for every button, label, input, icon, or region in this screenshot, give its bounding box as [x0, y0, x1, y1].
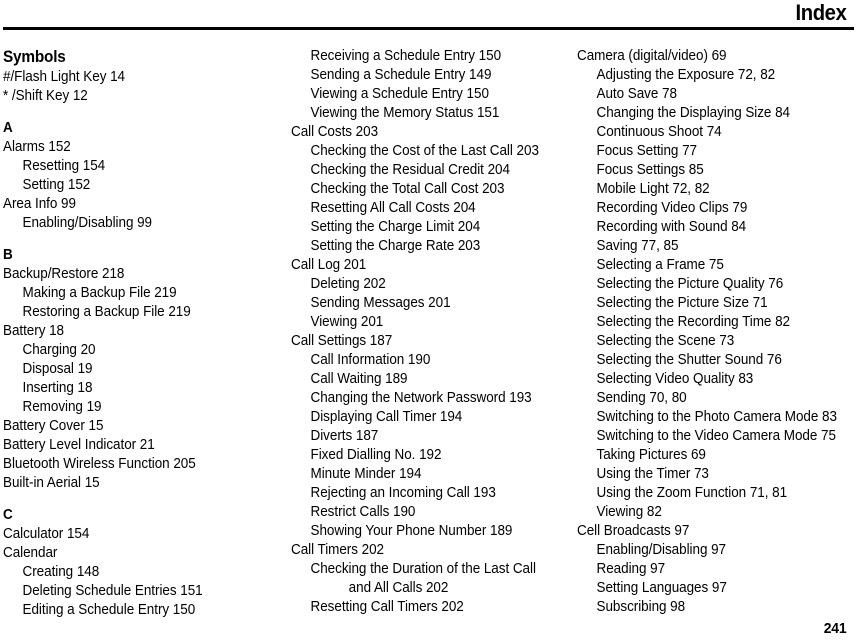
index-subentry: Recording Video Clips 79: [596, 200, 748, 216]
index-column-2: Receiving a Schedule Entry 150 Sending a …: [291, 47, 573, 617]
index-subentry: Enabling/Disabling 99: [22, 215, 153, 231]
index-subentry: Viewing 201: [310, 314, 384, 330]
index-subentry: Setting 152: [22, 177, 91, 193]
index-entry: Built-in Aerial 15: [3, 475, 100, 491]
index-subentry: Switching to the Video Camera Mode 75: [596, 428, 836, 444]
index-subentry: Setting the Charge Limit 204: [310, 219, 481, 235]
index-subentry: Viewing a Schedule Entry 150: [310, 86, 489, 102]
index-subentry: Saving 77, 85: [596, 238, 679, 254]
index-column-1: Symbols #/Flash Light Key 14 * /Shift Key …: [3, 47, 285, 620]
index-subentry: Selecting the Picture Quality 76: [596, 276, 784, 292]
index-subentry: Selecting Video Quality 83: [596, 371, 754, 387]
index-subentry: Selecting the Picture Size 71: [596, 295, 768, 311]
index-column-3: Camera (digital/video) 69 Adjusting the E…: [577, 47, 859, 617]
index-entry: Battery Level Indicator 21: [3, 437, 155, 453]
index-subentry: Showing Your Phone Number 189: [310, 523, 513, 539]
index-subentry: Charging 20: [22, 342, 96, 358]
index-subentry: Selecting a Frame 75: [596, 257, 724, 273]
index-section-letter: B: [3, 247, 13, 263]
page-title: Index: [794, 0, 846, 25]
index-section-heading: Symbols: [3, 48, 66, 66]
index-subentry: Disposal 19: [22, 361, 93, 377]
index-columns: Symbols #/Flash Light Key 14 * /Shift Key …: [0, 47, 860, 618]
index-subentry: Continuous Shoot 74: [596, 124, 722, 140]
index-subentry: Setting Languages 97: [596, 580, 727, 596]
index-subentry: Checking the Total Call Cost 203: [310, 181, 505, 197]
index-subentry: and All Calls 202: [348, 580, 449, 596]
index-subentry: Checking the Duration of the Last Call: [310, 561, 536, 577]
index-entry: Battery Cover 15: [3, 418, 104, 434]
index-entry: Backup/Restore 218: [3, 266, 125, 282]
index-subentry: Diverts 187: [310, 428, 379, 444]
index-subentry: Restoring a Backup File 219: [22, 304, 191, 320]
index-subentry: Sending a Schedule Entry 149: [310, 67, 492, 83]
index-entry: Alarms 152: [3, 139, 71, 155]
index-subentry: Making a Backup File 219: [22, 285, 177, 301]
index-entry: Call Log 201: [291, 257, 367, 273]
index-subentry: Focus Settings 85: [596, 162, 704, 178]
index-subentry: Using the Timer 73: [596, 466, 709, 482]
index-subentry: Taking Pictures 69: [596, 447, 706, 463]
index-entry: Calculator 154: [3, 526, 90, 542]
index-entry: * /Shift Key 12: [3, 88, 88, 104]
index-subentry: Changing the Network Password 193: [310, 390, 532, 406]
page-number: 241: [823, 620, 846, 637]
index-subentry: Displaying Call Timer 194: [310, 409, 463, 425]
index-entry: Area Info 99: [3, 196, 76, 212]
index-subentry: Viewing 82: [596, 504, 662, 520]
index-subentry: Viewing the Memory Status 151: [310, 105, 500, 121]
index-entry: Battery 18: [3, 323, 65, 339]
index-subentry: Minute Minder 194: [310, 466, 422, 482]
index-entry: Cell Broadcasts 97: [577, 523, 690, 539]
index-entry: Camera (digital/video) 69: [577, 48, 727, 64]
index-subentry: Setting the Charge Rate 203: [310, 238, 481, 254]
index-subentry: Reading 97: [596, 561, 666, 577]
index-subentry: Enabling/Disabling 97: [596, 542, 727, 558]
page-header: Index: [0, 0, 860, 32]
index-subentry: Selecting the Scene 73: [596, 333, 735, 349]
index-subentry: Resetting All Call Costs 204: [310, 200, 476, 216]
index-subentry: Receiving a Schedule Entry 150: [310, 48, 502, 64]
index-subentry: Sending Messages 201: [310, 295, 451, 311]
index-subentry: Using the Zoom Function 71, 81: [596, 485, 788, 501]
index-subentry: Changing the Displaying Size 84: [596, 105, 791, 121]
index-subentry: Auto Save 78: [596, 86, 677, 102]
index-entry: #/Flash Light Key 14: [3, 69, 126, 85]
index-subentry: Mobile Light 72, 82: [596, 181, 710, 197]
index-entry: Call Timers 202: [291, 542, 384, 558]
index-subentry: Checking the Residual Credit 204: [310, 162, 510, 178]
index-subentry: Creating 148: [22, 564, 100, 580]
index-subentry: Deleting Schedule Entries 151: [22, 583, 203, 599]
index-subentry: Checking the Cost of the Last Call 203: [310, 143, 539, 159]
index-subentry: Sending 70, 80: [596, 390, 687, 406]
index-subentry: Rejecting an Incoming Call 193: [310, 485, 496, 501]
index-section-letter: A: [3, 120, 13, 136]
index-subentry: Switching to the Photo Camera Mode 83: [596, 409, 837, 425]
index-subentry: Adjusting the Exposure 72, 82: [596, 67, 776, 83]
index-subentry: Call Information 190: [310, 352, 431, 368]
index-subentry: Resetting 154: [22, 158, 106, 174]
index-subentry: Restrict Calls 190: [310, 504, 416, 520]
index-subentry: Call Waiting 189: [310, 371, 408, 387]
index-entry: Bluetooth Wireless Function 205: [3, 456, 196, 472]
index-subentry: Selecting the Recording Time 82: [596, 314, 791, 330]
index-entry: Calendar: [3, 545, 58, 561]
index-entry: Call Costs 203: [291, 124, 379, 140]
index-subentry: Fixed Dialling No. 192: [310, 447, 442, 463]
index-page: Index Symbols #/Flash Light Key 14 * /Shif…: [0, 0, 860, 644]
index-subentry: Removing 19: [22, 399, 102, 415]
index-subentry: Focus Setting 77: [596, 143, 698, 159]
index-subentry: Deleting 202: [310, 276, 386, 292]
index-subentry: Selecting the Shutter Sound 76: [596, 352, 782, 368]
index-subentry: Inserting 18: [22, 380, 93, 396]
index-entry: Call Settings 187: [291, 333, 393, 349]
index-section-letter: C: [3, 507, 13, 523]
page-footer: 241: [0, 614, 860, 644]
index-subentry: Recording with Sound 84: [596, 219, 747, 235]
header-divider: [3, 27, 854, 30]
